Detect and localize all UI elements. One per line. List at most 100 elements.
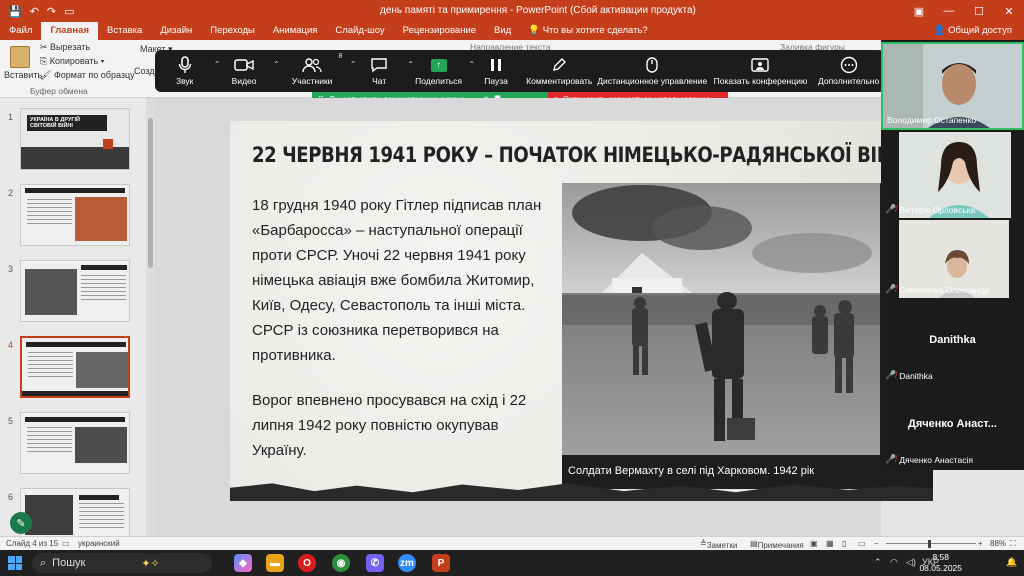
current-slide[interactable]: 22 ЧЕРВНЯ 1941 РОКУ – ПОЧАТОК НІМЕЦЬКО-Р…	[230, 121, 933, 501]
tab-transitions[interactable]: Переходы	[201, 22, 264, 40]
ribbon-tabs: Файл Главная Вставка Дизайн Переходы Ани…	[0, 22, 1024, 40]
paste-label: Вставить	[4, 70, 43, 80]
notes-button[interactable]: ≜ Заметки	[700, 539, 737, 550]
participants-button[interactable]: 8 Участники ⌃	[274, 50, 357, 92]
zoom-slider[interactable]	[886, 543, 976, 544]
copilot-icon[interactable]: ◆	[234, 554, 252, 572]
copy-label: Копировать	[49, 56, 99, 66]
remote-control-label: Дистанционное управление	[597, 76, 708, 86]
windows-taskbar: ⌕ Пошук ✦✧ ◆ ▬ O ◉ ✆ zm P ⌃ ◠ ◁) УКР 8:5…	[0, 550, 1024, 576]
participant-tile[interactable]: Дяченко Анаст... 🎤̸ Дяченко Анастасія	[881, 386, 1024, 468]
save-icon[interactable]: 💾	[8, 5, 22, 18]
clipboard-icon	[10, 46, 30, 68]
reading-view-icon[interactable]: ▯	[842, 539, 846, 548]
tab-view[interactable]: Вид	[485, 22, 520, 40]
pause-label: Пауза	[484, 76, 508, 86]
spellcheck-icon[interactable]: ▭	[62, 539, 70, 548]
chrome-icon[interactable]: ◉	[332, 554, 350, 572]
show-conference-button[interactable]: Показать конференцию	[709, 50, 812, 92]
muted-mic-icon: 🎤̸	[885, 370, 897, 380]
normal-view-icon[interactable]: ▣	[810, 539, 818, 548]
powerpoint-icon[interactable]: P	[432, 554, 450, 572]
slideshow-view-icon[interactable]: ▭	[858, 539, 866, 548]
tab-insert[interactable]: Вставка	[98, 22, 151, 40]
zoom-meeting-toolbar: Звук ⌃ Видео ⌃ 8 Участники ⌃ Чат ⌃ ↑ Под…	[155, 50, 885, 92]
fit-slide-icon[interactable]: ⛶	[1010, 539, 1016, 549]
ribbon-options-icon[interactable]: ▣	[904, 0, 934, 22]
close-button[interactable]: ✕	[994, 0, 1024, 22]
remote-control-button[interactable]: Дистанционное управление	[596, 50, 709, 92]
comments-button[interactable]: ▤ Примечания	[750, 539, 804, 550]
slide-thumbnail[interactable]: 3	[0, 260, 148, 326]
file-explorer-icon[interactable]: ▬	[266, 554, 284, 572]
zoom-in-button[interactable]: +	[978, 539, 983, 548]
tab-review[interactable]: Рецензирование	[394, 22, 485, 40]
participant-tile[interactable]: 🎤̸ Вікторія Орловська	[881, 132, 1024, 218]
wifi-icon[interactable]: ◠	[890, 557, 898, 568]
chat-button[interactable]: Чат ⌃	[350, 50, 414, 92]
tab-design[interactable]: Дизайн	[151, 22, 201, 40]
pen-icon[interactable]: ✎	[10, 512, 32, 534]
share-screen-button[interactable]: ↑ Поделиться ⌃	[408, 50, 475, 92]
slide-thumbnail[interactable]: 1 УКРАЇНА В ДРУГІЙ СВІТОВІЙ ВІЙНІ	[0, 108, 148, 174]
window-title: день памяті та примирення - PowerPoint (…	[380, 5, 696, 16]
scissors-icon: ✂	[40, 42, 51, 52]
microphone-icon	[178, 56, 192, 74]
pause-icon	[490, 56, 502, 74]
chat-label: Чат	[372, 76, 387, 86]
sorter-view-icon[interactable]: ▦	[826, 539, 834, 548]
tray-chevron-icon[interactable]: ⌃	[874, 557, 882, 568]
redo-icon[interactable]: ↷	[47, 5, 56, 18]
slide-title[interactable]: 22 ЧЕРВНЯ 1941 РОКУ – ПОЧАТОК НІМЕЦЬКО-Р…	[252, 143, 921, 167]
tab-animation[interactable]: Анимация	[264, 22, 327, 40]
person-icon: 👤	[933, 25, 949, 36]
maximize-button[interactable]: ☐	[964, 0, 994, 22]
slide-thumbnail[interactable]: 2	[0, 184, 148, 250]
opera-icon[interactable]: O	[298, 554, 316, 572]
participant-name: 🎤̸ Дяченко Анастасія	[885, 454, 973, 465]
zoom-slider-thumb[interactable]	[928, 540, 931, 548]
lightbulb-icon: 💡	[528, 25, 543, 36]
more-button[interactable]: Дополнительно	[812, 50, 885, 92]
annotate-button[interactable]: Комментировать	[523, 50, 596, 92]
windows-start-icon[interactable]	[8, 556, 22, 570]
slide-thumbnail[interactable]: 5	[0, 412, 148, 478]
slide-thumbnail-active[interactable]: 4	[0, 336, 148, 402]
volume-icon[interactable]: ◁)	[906, 557, 916, 568]
paste-button[interactable]: Вставить	[4, 46, 42, 80]
participant-tile[interactable]: Володимир Остапенко	[881, 42, 1024, 130]
format-painter-button[interactable]: 🖌 Формат по образцу	[40, 70, 135, 81]
viber-icon[interactable]: ✆	[366, 554, 384, 572]
participant-tile[interactable]: Danithka 🎤̸ Danithka	[881, 300, 1024, 384]
share-button[interactable]: 👤 Общий доступ	[934, 22, 1012, 40]
slides-scrollbar[interactable]	[146, 98, 155, 536]
cut-button[interactable]: ✂ Вырезать	[40, 42, 90, 53]
status-bar: Слайд 4 из 15 ▭ украинский ≜ Заметки ▤ П…	[0, 536, 1024, 550]
thumbnail-title: УКРАЇНА В ДРУГІЙ СВІТОВІЙ ВІЙНІ	[27, 115, 107, 131]
format-painter-label: Формат по образцу	[53, 70, 135, 80]
zoom-level[interactable]: 88%	[990, 539, 1006, 548]
slide-body-text[interactable]: 18 грудня 1940 року Гітлер підписав план…	[252, 193, 552, 483]
video-label: Видео	[231, 76, 257, 86]
undo-icon[interactable]: ↶	[30, 5, 39, 18]
taskbar-clock[interactable]: 8:58 08.05.2025	[919, 552, 962, 574]
zoom-out-button[interactable]: −	[874, 539, 879, 548]
pause-button[interactable]: Пауза	[469, 50, 523, 92]
tab-home[interactable]: Главная	[41, 22, 98, 40]
language-indicator[interactable]: украинский	[78, 539, 120, 548]
new-slide-button[interactable]: Созд	[134, 66, 155, 76]
tab-slideshow[interactable]: Слайд-шоу	[326, 22, 393, 40]
taskbar-search[interactable]: ⌕ Пошук ✦✧	[32, 553, 212, 573]
participant-name: 🎤̸ Danithka	[885, 370, 933, 381]
notifications-icon[interactable]: 🔔	[1006, 557, 1017, 568]
audio-button[interactable]: Звук ⌃	[155, 50, 220, 92]
tell-me-box[interactable]: 💡 Что вы хотите сделать?	[528, 22, 648, 40]
present-icon[interactable]: ▭	[64, 5, 74, 18]
participant-tile[interactable]: 🎤̸ Симоненко Олександр	[881, 220, 1024, 298]
tab-file[interactable]: Файл	[0, 22, 41, 40]
zoom-app-icon[interactable]: zm	[398, 554, 416, 572]
video-button[interactable]: Видео ⌃	[214, 50, 280, 92]
minimize-button[interactable]: —	[934, 0, 964, 22]
wehrmacht-soldiers-photo[interactable]: Солдати Вермахту в селі під Харковом. 19…	[562, 183, 880, 489]
copy-button[interactable]: ⎘ Копировать ▾	[40, 56, 104, 67]
